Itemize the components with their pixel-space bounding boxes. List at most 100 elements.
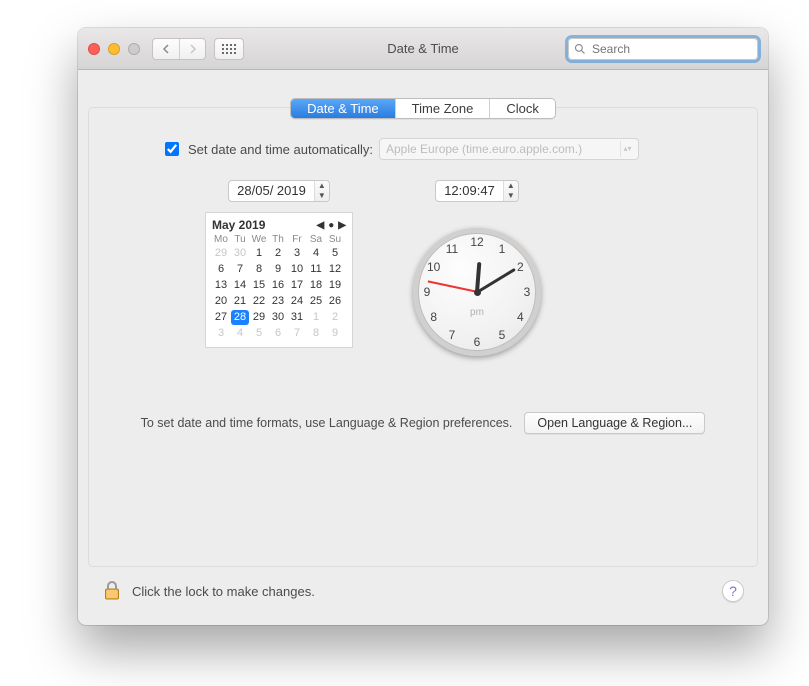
calendar-day[interactable]: 16 bbox=[269, 278, 287, 293]
preferences-window: Date & Time Date & Time Time Zone Clock … bbox=[78, 28, 768, 625]
clock-number: 9 bbox=[424, 285, 431, 299]
columns: 28/05/ 2019 ▲ ▼ May 2019 ◀ ● ▶ bbox=[117, 180, 729, 356]
calendar-day[interactable]: 3 bbox=[288, 246, 306, 261]
calendar-day[interactable]: 12 bbox=[326, 262, 344, 277]
minimize-icon[interactable] bbox=[108, 43, 120, 55]
time-column: 12:09:47 ▲ ▼ 121234567891011 pm bbox=[413, 180, 541, 356]
time-server-value: Apple Europe (time.euro.apple.com.) bbox=[386, 142, 582, 156]
clock-number: 11 bbox=[446, 242, 458, 256]
calendar-day: 5 bbox=[250, 326, 268, 341]
calendar-next-icon[interactable]: ▶ bbox=[338, 220, 346, 231]
calendar-title: May 2019 bbox=[212, 218, 265, 232]
calendar-day[interactable]: 8 bbox=[250, 262, 268, 277]
stepper-arrows: ▲ ▼ bbox=[314, 181, 329, 201]
calendar-day[interactable]: 2 bbox=[269, 246, 287, 261]
tab-time-zone[interactable]: Time Zone bbox=[395, 99, 490, 118]
step-up-icon[interactable]: ▲ bbox=[504, 181, 518, 191]
lock-icon[interactable] bbox=[102, 580, 122, 602]
calendar-day[interactable]: 19 bbox=[326, 278, 344, 293]
calendar-day[interactable]: 30 bbox=[269, 310, 287, 325]
calendar-day[interactable]: 28 bbox=[231, 310, 249, 325]
calendar-day[interactable]: 4 bbox=[307, 246, 325, 261]
calendar-day[interactable]: 21 bbox=[231, 294, 249, 309]
open-language-region-button[interactable]: Open Language & Region... bbox=[524, 412, 705, 434]
calendar-dow: Mo bbox=[212, 234, 230, 245]
date-stepper[interactable]: 28/05/ 2019 ▲ ▼ bbox=[228, 180, 330, 202]
close-icon[interactable] bbox=[88, 43, 100, 55]
calendar-today-icon[interactable]: ● bbox=[328, 220, 334, 231]
clock-number: 6 bbox=[474, 335, 481, 349]
calendar-day[interactable]: 24 bbox=[288, 294, 306, 309]
time-stepper[interactable]: 12:09:47 ▲ ▼ bbox=[435, 180, 519, 202]
calendar-day[interactable]: 6 bbox=[212, 262, 230, 277]
calendar-day[interactable]: 25 bbox=[307, 294, 325, 309]
calendar-day: 8 bbox=[307, 326, 325, 341]
footer-text: Click the lock to make changes. bbox=[132, 584, 315, 599]
clock-number: 4 bbox=[517, 310, 524, 324]
autoset-label: Set date and time automatically: bbox=[188, 142, 373, 157]
calendar-day[interactable]: 20 bbox=[212, 294, 230, 309]
calendar-day: 1 bbox=[307, 310, 325, 325]
grid-icon bbox=[222, 44, 236, 54]
calendar-day[interactable]: 13 bbox=[212, 278, 230, 293]
calendar-day[interactable]: 7 bbox=[231, 262, 249, 277]
content: Date & Time Time Zone Clock Set date and… bbox=[78, 70, 768, 625]
calendar: May 2019 ◀ ● ▶ MoTuWeThFrSaSu29301234567… bbox=[205, 212, 353, 348]
calendar-day: 6 bbox=[269, 326, 287, 341]
search-input[interactable] bbox=[590, 41, 752, 57]
step-down-icon[interactable]: ▼ bbox=[504, 191, 518, 201]
ampm-label: pm bbox=[470, 307, 484, 318]
calendar-grid: MoTuWeThFrSaSu29301234567891011121314151… bbox=[212, 234, 346, 341]
time-value: 12:09:47 bbox=[436, 181, 503, 201]
analog-clock: 121234567891011 pm bbox=[413, 228, 541, 356]
zoom-icon bbox=[128, 43, 140, 55]
calendar-prev-icon[interactable]: ◀ bbox=[317, 220, 325, 231]
calendar-day: 7 bbox=[288, 326, 306, 341]
date-value: 28/05/ 2019 bbox=[229, 181, 314, 201]
calendar-day[interactable]: 14 bbox=[231, 278, 249, 293]
clock-number: 7 bbox=[449, 328, 456, 342]
calendar-day[interactable]: 31 bbox=[288, 310, 306, 325]
calendar-day: 3 bbox=[212, 326, 230, 341]
tab-date-time[interactable]: Date & Time bbox=[291, 99, 395, 118]
date-time-pane: Set date and time automatically: Apple E… bbox=[88, 107, 758, 567]
calendar-day[interactable]: 11 bbox=[307, 262, 325, 277]
calendar-day[interactable]: 27 bbox=[212, 310, 230, 325]
autoset-row: Set date and time automatically: Apple E… bbox=[161, 138, 729, 160]
calendar-day[interactable]: 15 bbox=[250, 278, 268, 293]
autoset-checkbox[interactable] bbox=[165, 142, 179, 156]
step-down-icon[interactable]: ▼ bbox=[315, 191, 329, 201]
calendar-day[interactable]: 10 bbox=[288, 262, 306, 277]
calendar-day[interactable]: 5 bbox=[326, 246, 344, 261]
clock-number: 1 bbox=[499, 242, 506, 256]
step-up-icon[interactable]: ▲ bbox=[315, 181, 329, 191]
nav-back-forward bbox=[152, 38, 206, 60]
clock-number: 10 bbox=[427, 260, 440, 274]
format-row: To set date and time formats, use Langua… bbox=[117, 412, 729, 434]
time-server-select[interactable]: Apple Europe (time.euro.apple.com.) ▴▾ bbox=[379, 138, 639, 160]
calendar-day: 29 bbox=[212, 246, 230, 261]
clock-number: 3 bbox=[524, 285, 531, 299]
back-button[interactable] bbox=[153, 39, 179, 59]
calendar-dow: Fr bbox=[288, 234, 306, 245]
footer: Click the lock to make changes. ? bbox=[88, 567, 758, 615]
calendar-day[interactable]: 26 bbox=[326, 294, 344, 309]
chevron-updown-icon: ▴▾ bbox=[620, 141, 634, 157]
calendar-day[interactable]: 9 bbox=[269, 262, 287, 277]
calendar-dow: We bbox=[250, 234, 268, 245]
calendar-day[interactable]: 29 bbox=[250, 310, 268, 325]
help-button[interactable]: ? bbox=[722, 580, 744, 602]
calendar-dow: Tu bbox=[231, 234, 249, 245]
calendar-day[interactable]: 18 bbox=[307, 278, 325, 293]
calendar-day: 30 bbox=[231, 246, 249, 261]
clock-number: 5 bbox=[499, 328, 506, 342]
calendar-day[interactable]: 17 bbox=[288, 278, 306, 293]
forward-button[interactable] bbox=[179, 39, 205, 59]
calendar-day[interactable]: 23 bbox=[269, 294, 287, 309]
calendar-day[interactable]: 1 bbox=[250, 246, 268, 261]
search-field[interactable] bbox=[568, 38, 758, 60]
calendar-day[interactable]: 22 bbox=[250, 294, 268, 309]
tab-clock[interactable]: Clock bbox=[489, 99, 555, 118]
show-all-button[interactable] bbox=[214, 38, 244, 60]
calendar-day: 2 bbox=[326, 310, 344, 325]
